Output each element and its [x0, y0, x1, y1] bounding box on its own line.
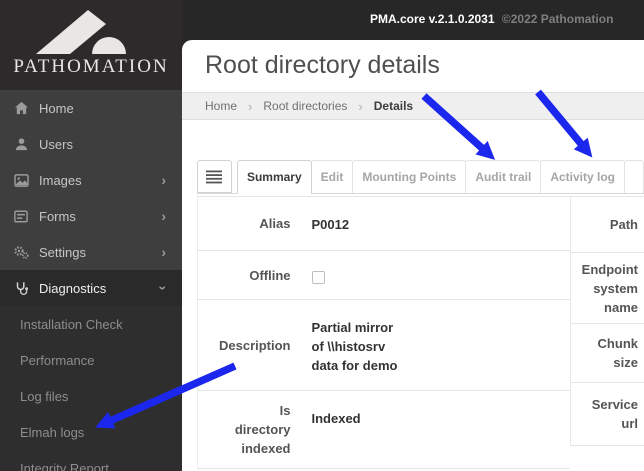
row-label: Endpoint system name — [581, 261, 638, 315]
product-name: PMA.core v.2.1.0.2031 — [370, 12, 495, 26]
breadcrumb-current: Details — [373, 99, 414, 113]
image-icon — [12, 172, 30, 188]
sidebar-item-label: Forms — [39, 208, 76, 224]
chevron-right-icon: › — [358, 98, 363, 114]
chevron-right-icon: › — [161, 172, 166, 188]
sidebar-item-settings[interactable]: Settings › — [0, 234, 182, 270]
tab-partial[interactable] — [624, 160, 644, 193]
table-row: Chunk size — [570, 323, 644, 383]
sidebar-item-log-files[interactable]: Log files — [0, 378, 182, 414]
row-label: Service url — [591, 397, 638, 431]
gears-icon — [12, 244, 30, 260]
table-row: Path — [570, 196, 644, 253]
chevron-right-icon: › — [248, 98, 253, 114]
form-icon — [12, 208, 30, 224]
sidebar-item-forms[interactable]: Forms › — [0, 198, 182, 234]
pathomation-logo-icon — [36, 10, 126, 54]
sidebar-item-home[interactable]: Home — [0, 90, 182, 126]
chevron-down-icon: › — [155, 285, 172, 291]
chevron-right-icon: › — [161, 208, 166, 224]
sidebar-item-images[interactable]: Images › — [0, 162, 182, 198]
diagnostics-submenu: Installation Check Performance Log files… — [0, 306, 182, 471]
row-label: Description — [218, 337, 291, 353]
breadcrumb: Home › Root directories › Details — [182, 92, 644, 120]
tab-edit[interactable]: Edit — [310, 160, 354, 193]
details-table-left: Alias P0012 Offline Description Partial … — [197, 196, 570, 469]
tab-activity-log[interactable]: Activity log — [540, 160, 625, 193]
tab-bar: Summary Edit Mounting Points Audit trail… — [197, 160, 644, 194]
sidebar-item-diagnostics[interactable]: Diagnostics › — [0, 270, 182, 306]
row-label: Alias — [259, 216, 291, 231]
table-row: Is directory indexed Indexed — [197, 390, 570, 469]
sidebar-item-users[interactable]: Users — [0, 126, 182, 162]
table-row: Alias P0012 — [197, 196, 570, 251]
table-row: Offline — [197, 250, 571, 300]
sidebar-item-label: Users — [39, 136, 73, 152]
row-value — [308, 251, 571, 300]
logo-link[interactable]: PATHOMATION — [0, 0, 182, 90]
breadcrumb-root-directories-link[interactable]: Root directories — [263, 99, 347, 113]
row-value: P0012 — [311, 217, 350, 232]
tab-mounting-points[interactable]: Mounting Points — [352, 160, 467, 193]
sidebar-item-integrity-report[interactable]: Integrity Report — [0, 450, 182, 471]
user-icon — [12, 136, 30, 152]
table-row: Service url — [570, 382, 644, 446]
breadcrumb-home-link[interactable]: Home — [205, 99, 237, 113]
sidebar-item-label: Settings — [39, 244, 86, 260]
details-section: Alias P0012 Offline Description Partial … — [197, 196, 644, 471]
table-row: Description Partial mirror of \\histosrv… — [197, 299, 570, 391]
sidebar-item-label: Diagnostics — [39, 280, 107, 296]
row-label: Offline — [249, 267, 291, 283]
row-value: Indexed — [311, 411, 361, 426]
tab-menu-button[interactable] — [197, 160, 232, 193]
app-window: PMA.core v.2.1.0.2031 ©2022 Pathomation … — [0, 0, 644, 471]
main-panel: Root directory details Home › Root direc… — [182, 40, 644, 471]
details-table-right: Path Endpoint system name Chunk size Ser… — [570, 196, 644, 446]
tab-audit-trail[interactable]: Audit trail — [465, 160, 542, 193]
copyright-text: ©2022 Pathomation — [501, 12, 614, 26]
chevron-right-icon: › — [161, 244, 166, 260]
page-title: Root directory details — [205, 51, 440, 79]
row-value: Partial mirror of \\histosrv data for de… — [311, 320, 398, 373]
table-row: Endpoint system name — [570, 252, 644, 324]
stethoscope-icon — [12, 280, 30, 296]
row-label: Is directory indexed — [234, 403, 291, 456]
sidebar-item-installation-check[interactable]: Installation Check — [0, 306, 182, 342]
brand-wordmark: PATHOMATION — [13, 56, 169, 77]
sidebar-item-elmah-logs[interactable]: Elmah logs — [0, 414, 182, 450]
home-icon — [12, 100, 30, 116]
hamburger-icon — [206, 170, 223, 183]
offline-checkbox[interactable] — [311, 271, 325, 284]
app-version-text: PMA.core v.2.1.0.2031 ©2022 Pathomation — [370, 12, 613, 26]
row-label: Path — [609, 217, 638, 232]
sidebar-item-performance[interactable]: Performance — [0, 342, 182, 378]
sidebar-nav: Home Users Images › Forms › Settings › D… — [0, 90, 182, 471]
row-label: Chunk size — [597, 336, 638, 370]
sidebar-item-label: Images — [39, 172, 82, 188]
tab-summary[interactable]: Summary — [236, 160, 312, 194]
sidebar-item-label: Home — [39, 100, 74, 116]
